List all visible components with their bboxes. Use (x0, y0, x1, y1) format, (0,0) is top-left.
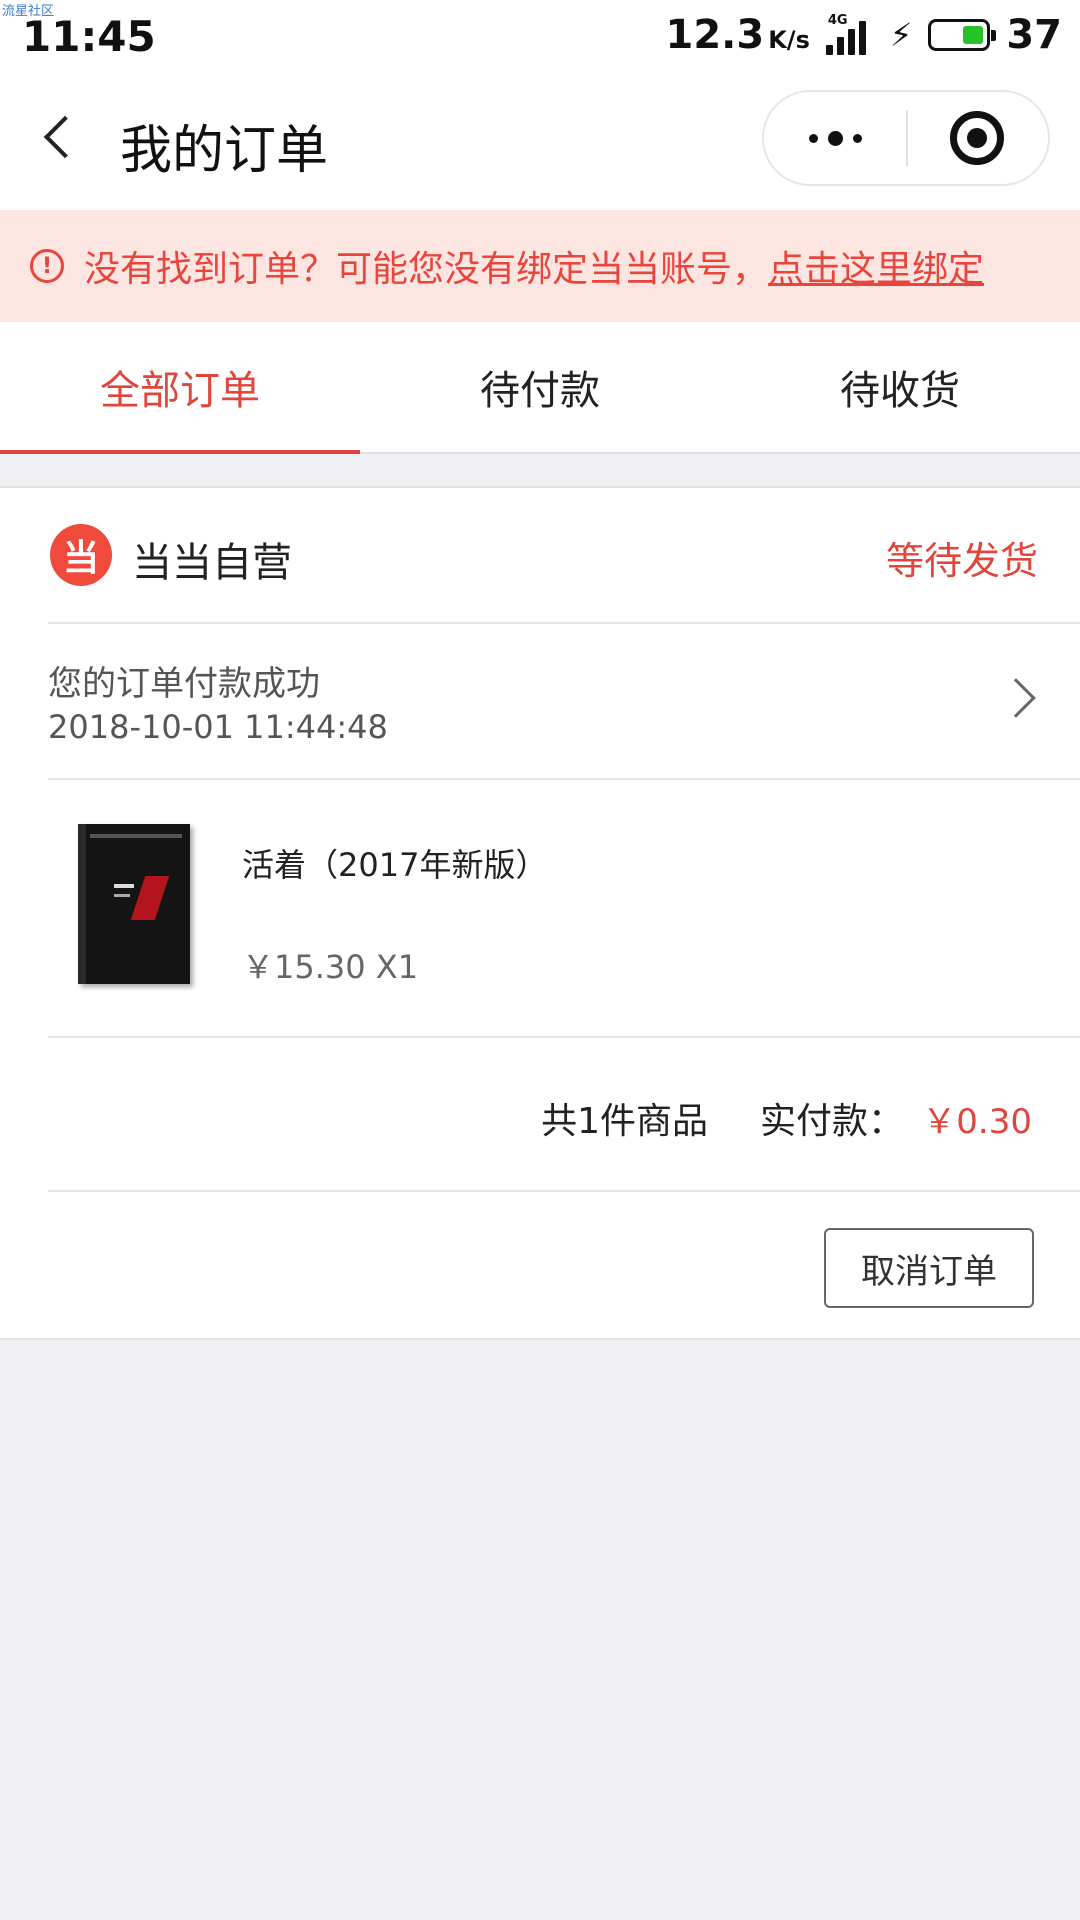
nav-bar: 我的订单 (0, 70, 1080, 210)
tab-pending-receipt[interactable]: 待收货 (720, 322, 1080, 452)
shop-header: 当 当当自营 等待发货 (48, 488, 1080, 624)
dangdang-logo-icon: 当 (50, 524, 112, 586)
book-cover-image (78, 824, 190, 984)
net-speed-unit: K/s (768, 26, 810, 54)
bind-account-notice: ! 没有找到订单？可能您没有绑定当当账号， 点击这里绑定 (0, 210, 1080, 322)
back-icon (43, 115, 87, 159)
net-speed-value: 12.3 (665, 12, 765, 58)
notice-text: 没有找到订单？可能您没有绑定当当账号， (84, 249, 769, 290)
page-title: 我的订单 (120, 121, 329, 181)
bind-account-link[interactable]: 点击这里绑定 (768, 240, 984, 292)
order-info-row[interactable]: 您的订单付款成功 2018-10-01 11:44:48 (48, 624, 1080, 780)
close-button[interactable] (906, 92, 1048, 184)
order-time: 2018-10-01 11:44:48 (48, 708, 388, 746)
status-time: 11:45 (22, 12, 156, 61)
charging-icon: ⚡ (889, 16, 913, 54)
order-message: 您的订单付款成功 (48, 664, 320, 704)
more-button[interactable] (764, 92, 906, 184)
signal-icon: 4G (825, 13, 874, 55)
status-indicators: 12.3 K/s 4G ⚡ 37 (666, 10, 1063, 60)
battery-level: 37 (1006, 12, 1062, 58)
back-button[interactable] (36, 108, 96, 172)
product-price: ￥15.30 X1 (242, 948, 419, 986)
order-card: 当 当当自营 等待发货 您的订单付款成功 2018-10-01 11:44:48… (0, 486, 1080, 1340)
product-item[interactable]: 活着（2017年新版） ￥15.30 X1 (48, 780, 1080, 1038)
tab-pending-payment[interactable]: 待付款 (360, 322, 720, 452)
cancel-order-button[interactable]: 取消订单 (824, 1228, 1034, 1308)
network-speed: 12.3 K/s (666, 12, 810, 58)
product-title: 活着（2017年新版） (242, 846, 548, 884)
mini-program-capsule (762, 90, 1050, 186)
battery-icon (928, 19, 997, 51)
tab-all-orders[interactable]: 全部订单 (0, 322, 360, 454)
order-status: 等待发货 (885, 539, 1038, 583)
status-bar: 流星社区 11:45 12.3 K/s 4G ⚡ 37 (0, 0, 1080, 70)
close-target-icon (950, 111, 1004, 165)
paid-label: 实付款： (759, 1101, 904, 1142)
item-count: 共1件商品 (541, 1101, 708, 1142)
order-tabs: 全部订单 待付款 待收货 (0, 322, 1080, 454)
shop-name: 当当自营 (132, 540, 292, 586)
order-actions: 取消订单 (48, 1192, 1080, 1342)
paid-amount: ￥0.30 (922, 1102, 1032, 1142)
chevron-right-icon (996, 678, 1036, 718)
alert-circle-icon: ! (30, 249, 64, 283)
more-icon (808, 133, 818, 143)
order-summary: 共1件商品 实付款： ￥0.30 (48, 1038, 1080, 1192)
